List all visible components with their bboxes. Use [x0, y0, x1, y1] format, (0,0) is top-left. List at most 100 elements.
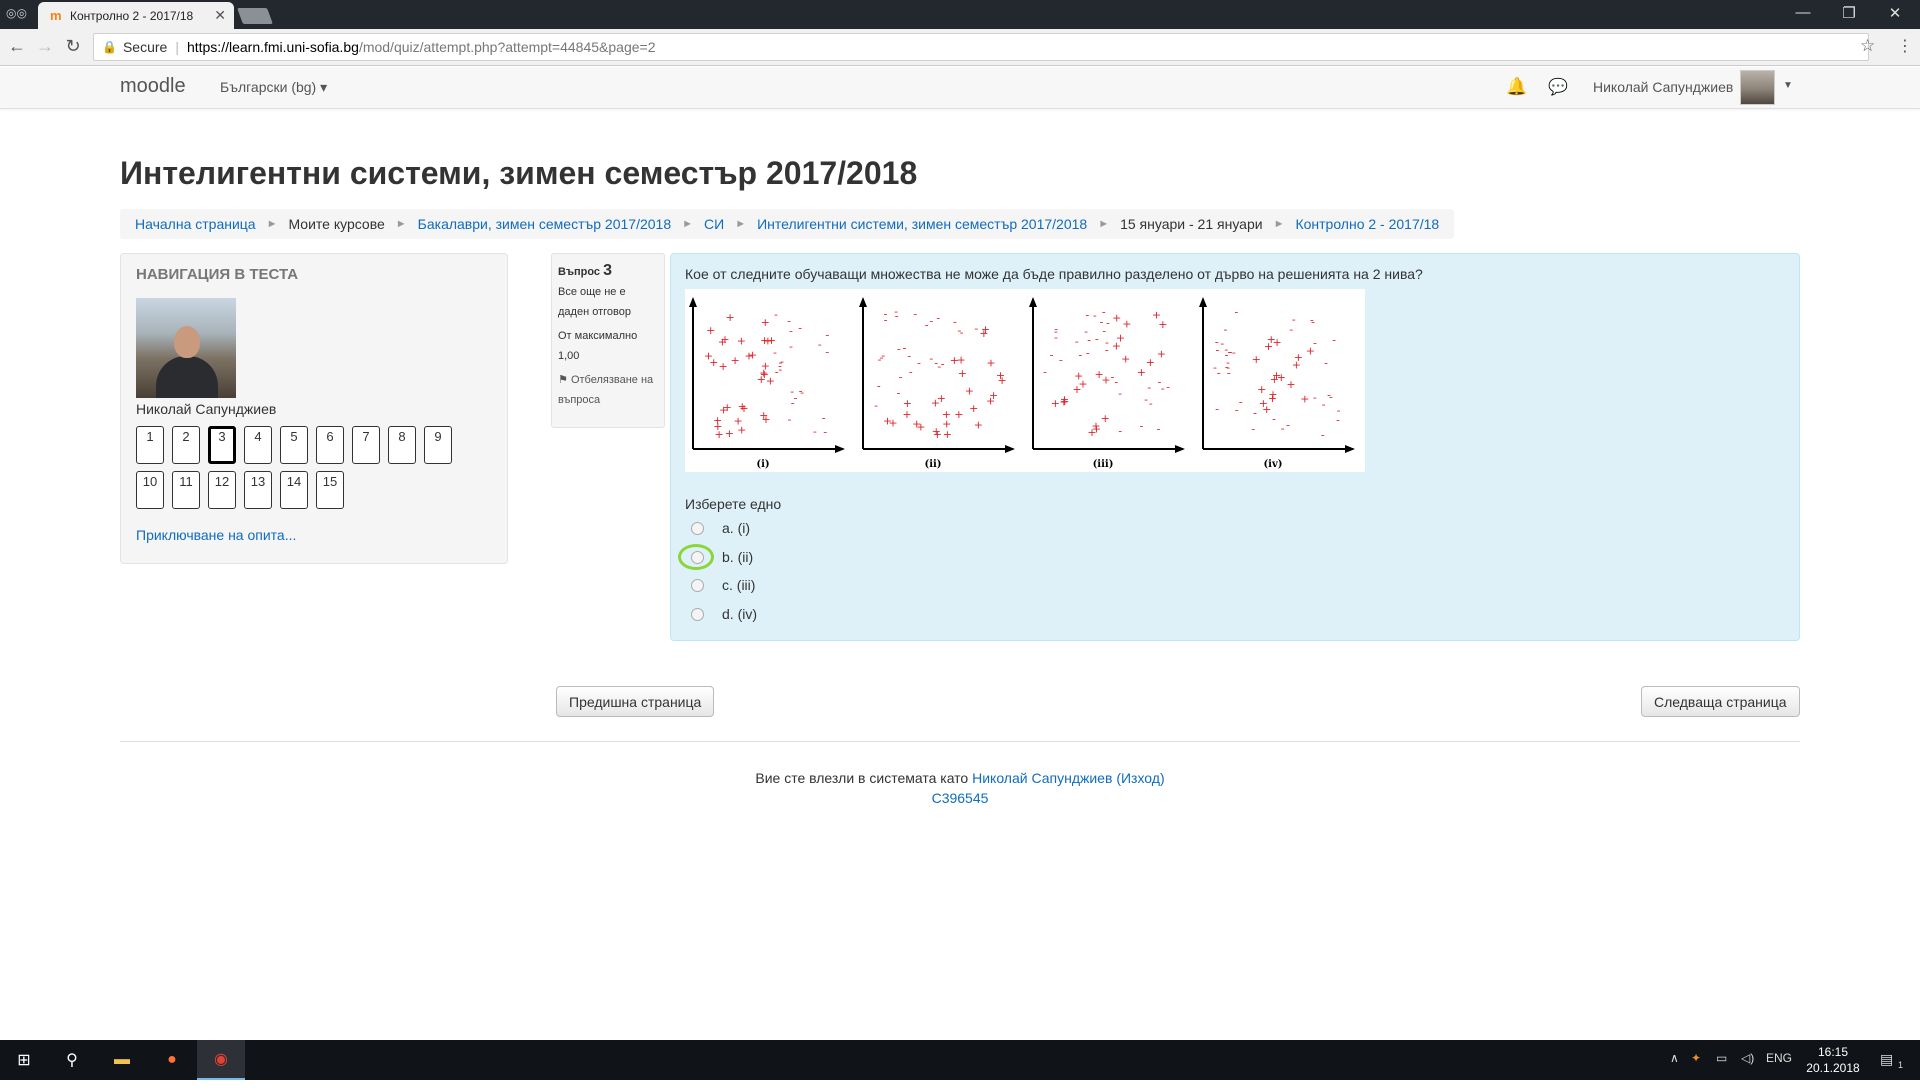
- tab-close-icon[interactable]: ✕: [214, 7, 226, 24]
- user-menu-caret-icon[interactable]: ▼: [1783, 80, 1793, 91]
- question-nav-button-5[interactable]: 5: [280, 426, 308, 464]
- browser-menu-icon[interactable]: ⋮: [1897, 36, 1913, 56]
- question-nav-button-4[interactable]: 4: [244, 426, 272, 464]
- svg-text:+: +: [958, 367, 967, 380]
- question-nav-button-2[interactable]: 2: [172, 426, 200, 464]
- svg-text:+: +: [1264, 340, 1273, 353]
- breadcrumb-separator-icon: ►: [395, 218, 407, 230]
- moodle-brand-link[interactable]: moodle: [120, 75, 186, 98]
- svg-text:+: +: [986, 395, 995, 408]
- reload-icon[interactable]: ↻: [62, 36, 84, 56]
- volume-icon[interactable]: ◁): [1741, 1051, 1754, 1065]
- file-explorer-icon[interactable]: ▬: [98, 1040, 146, 1080]
- svg-text:+: +: [725, 427, 734, 440]
- question-nav-button-3[interactable]: 3: [208, 426, 236, 464]
- messages-icon[interactable]: 💬: [1548, 77, 1568, 97]
- question-nav-button-7[interactable]: 7: [352, 426, 380, 464]
- search-icon[interactable]: ⚲: [48, 1040, 96, 1080]
- svg-text:+: +: [888, 416, 897, 429]
- notifications-icon[interactable]: ▤: [1880, 1051, 1893, 1068]
- back-arrow-icon[interactable]: ←: [6, 36, 28, 56]
- network-icon[interactable]: ▭: [1716, 1051, 1727, 1065]
- question-nav-button-15[interactable]: 15: [316, 471, 344, 509]
- svg-text:-: -: [894, 305, 898, 318]
- bookmark-star-icon[interactable]: ☆: [1860, 36, 1875, 56]
- figure-panel-2: +--++---------- +++-+----+-+++++++++-+++-…: [859, 297, 1015, 470]
- answer-option-c[interactable]: c. (iii): [691, 573, 755, 597]
- user-menu-name[interactable]: Николай Сапунджиев: [1593, 79, 1733, 95]
- minimize-icon[interactable]: —: [1780, 4, 1826, 21]
- incognito-icon: ◎◎: [6, 6, 27, 20]
- language-menu[interactable]: Български (bg) ▾: [220, 79, 327, 96]
- answer-radio[interactable]: [691, 521, 704, 535]
- window-close-icon[interactable]: ✕: [1872, 4, 1918, 22]
- breadcrumb-item[interactable]: Интелигентни системи, зимен семестър 201…: [757, 216, 1087, 232]
- svg-text:+: +: [1112, 312, 1121, 325]
- question-nav-button-6[interactable]: 6: [316, 426, 344, 464]
- answer-option-a[interactable]: a. (i): [691, 516, 750, 540]
- svg-text:+: +: [761, 413, 770, 426]
- figure-panel-3: ---+-+++--+++-++-++-+-----++------+-+ -+-…: [1029, 297, 1185, 470]
- address-bar[interactable]: 🔒 Secure | https://learn.fmi.uni-sofia.b…: [93, 33, 1869, 61]
- question-nav-button-13[interactable]: 13: [244, 471, 272, 509]
- svg-text:-: -: [1059, 353, 1063, 366]
- answer-option-b[interactable]: b. (ii): [691, 545, 753, 569]
- question-nav-button-8[interactable]: 8: [388, 426, 416, 464]
- svg-text:+: +: [1257, 383, 1266, 396]
- svg-text:-: -: [813, 425, 817, 438]
- new-tab-button[interactable]: [237, 8, 273, 24]
- breadcrumb-item[interactable]: Контролно 2 - 2017/18: [1295, 216, 1439, 232]
- question-nav-button-1[interactable]: 1: [136, 426, 164, 464]
- svg-text:-: -: [878, 353, 882, 366]
- svg-text:+: +: [744, 349, 753, 362]
- firefox-icon[interactable]: ●: [148, 1040, 196, 1080]
- restore-icon[interactable]: ❐: [1826, 4, 1872, 22]
- user-id-link[interactable]: С396545: [932, 790, 989, 806]
- next-page-button[interactable]: Следваща страница: [1641, 686, 1800, 717]
- answer-radio[interactable]: [691, 607, 704, 621]
- flag-question-link[interactable]: ⚑ Отбелязване на въпроса: [558, 370, 658, 410]
- question-nav-button-14[interactable]: 14: [280, 471, 308, 509]
- svg-text:+: +: [1116, 332, 1125, 345]
- tray-app-icon[interactable]: ✦: [1691, 1051, 1701, 1065]
- login-info: Вие сте влезли в системата като Николай …: [755, 770, 1165, 786]
- finish-attempt-link[interactable]: Приключване на опита...: [136, 527, 296, 543]
- chrome-icon[interactable]: ◉: [197, 1040, 245, 1080]
- logout-link[interactable]: (Изход): [1116, 770, 1164, 786]
- svg-text:+: +: [763, 334, 772, 347]
- svg-text:-: -: [1106, 317, 1110, 330]
- svg-text:-: -: [917, 357, 921, 370]
- svg-text:-: -: [825, 345, 829, 358]
- breadcrumb-item[interactable]: СИ: [704, 216, 724, 232]
- svg-text:+: +: [1252, 353, 1261, 366]
- browser-tab[interactable]: m Контролно 2 - 2017/18 ✕: [38, 2, 234, 29]
- windows-start-icon[interactable]: ⊞: [0, 1040, 48, 1080]
- breadcrumb-item[interactable]: Бакалаври, зимен семестър 2017/2018: [418, 216, 671, 232]
- answer-option-d[interactable]: d. (iv): [691, 602, 757, 626]
- svg-text:+: +: [720, 333, 729, 346]
- question-nav-button-9[interactable]: 9: [424, 426, 452, 464]
- answer-radio[interactable]: [691, 578, 704, 592]
- tray-chevron-icon[interactable]: ∧: [1670, 1051, 1679, 1065]
- answer-label: b. (ii): [722, 549, 754, 565]
- figure-label: (iv): [1263, 459, 1282, 470]
- forward-arrow-icon[interactable]: →: [34, 36, 56, 56]
- question-nav-button-10[interactable]: 10: [136, 471, 164, 509]
- svg-text:-: -: [1215, 402, 1219, 415]
- answer-radio[interactable]: [691, 550, 704, 564]
- question-nav-button-12[interactable]: 12: [208, 471, 236, 509]
- url-path: /mod/quiz/attempt.php?attempt=44845&page…: [358, 39, 656, 55]
- taskbar-clock[interactable]: 16:15 20.1.2018 г.: [1804, 1044, 1862, 1092]
- moodle-favicon-icon: m: [50, 7, 62, 23]
- notifications-bell-icon[interactable]: 🔔: [1506, 77, 1527, 97]
- footer-user-link[interactable]: Николай Сапунджиев: [972, 770, 1112, 786]
- breadcrumb-item[interactable]: Начална страница: [135, 216, 256, 232]
- svg-text:-: -: [1166, 381, 1170, 394]
- previous-page-button[interactable]: Предишна страница: [556, 686, 715, 717]
- figure-label: (i): [756, 459, 769, 470]
- svg-text:+: +: [718, 360, 727, 373]
- question-nav-button-11[interactable]: 11: [172, 471, 200, 509]
- svg-text:+: +: [933, 428, 942, 441]
- user-avatar[interactable]: [1740, 70, 1775, 105]
- input-language[interactable]: ENG: [1766, 1051, 1792, 1065]
